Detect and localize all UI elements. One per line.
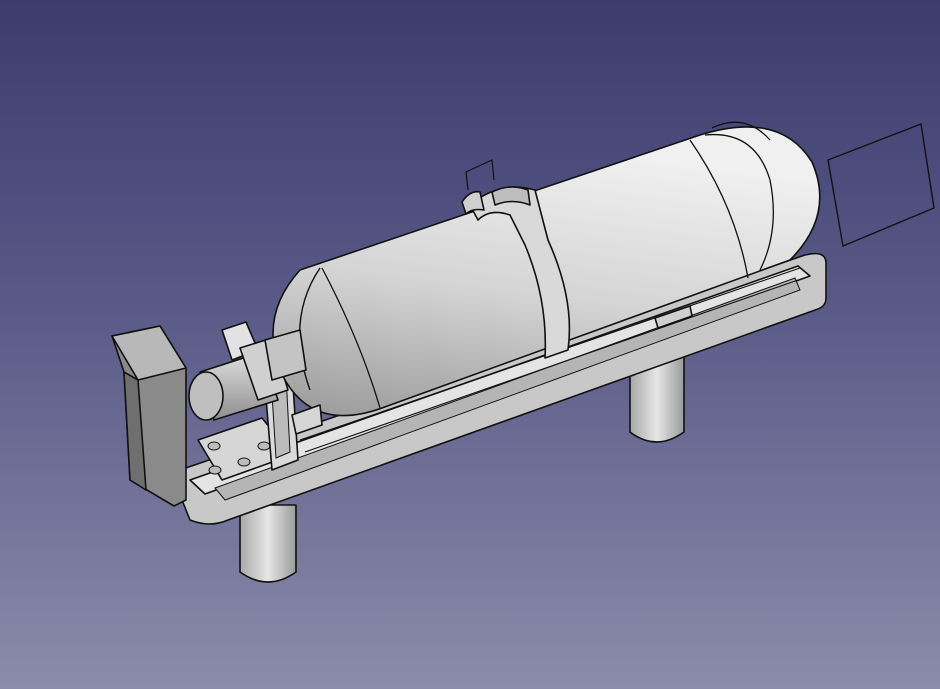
plane-outline-small-icon[interactable] (465, 159, 495, 191)
plane-outline-icon[interactable] (827, 123, 935, 247)
end-block-icon[interactable] (111, 325, 187, 507)
model-scene[interactable] (0, 0, 940, 689)
3d-viewport[interactable] (0, 0, 940, 689)
